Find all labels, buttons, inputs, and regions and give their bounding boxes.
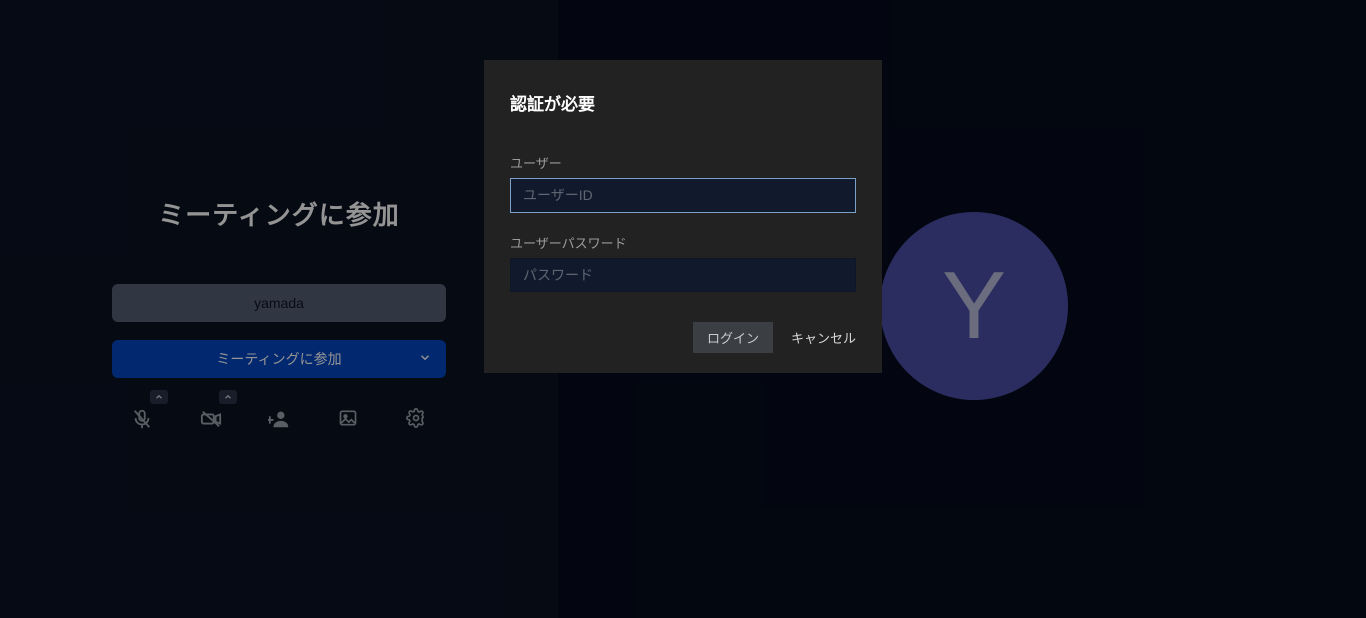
user-id-input[interactable] [510, 178, 856, 213]
password-field-label: ユーザーパスワード [510, 233, 856, 252]
auth-dialog: 認証が必要 ユーザー ユーザーパスワード ログイン キャンセル [484, 60, 882, 373]
cancel-button[interactable]: キャンセル [791, 328, 856, 347]
dialog-actions: ログイン キャンセル [510, 322, 856, 353]
login-button[interactable]: ログイン [693, 322, 773, 353]
dialog-title: 認証が必要 [510, 90, 856, 115]
user-field-label: ユーザー [510, 153, 856, 172]
password-input[interactable] [510, 258, 856, 293]
